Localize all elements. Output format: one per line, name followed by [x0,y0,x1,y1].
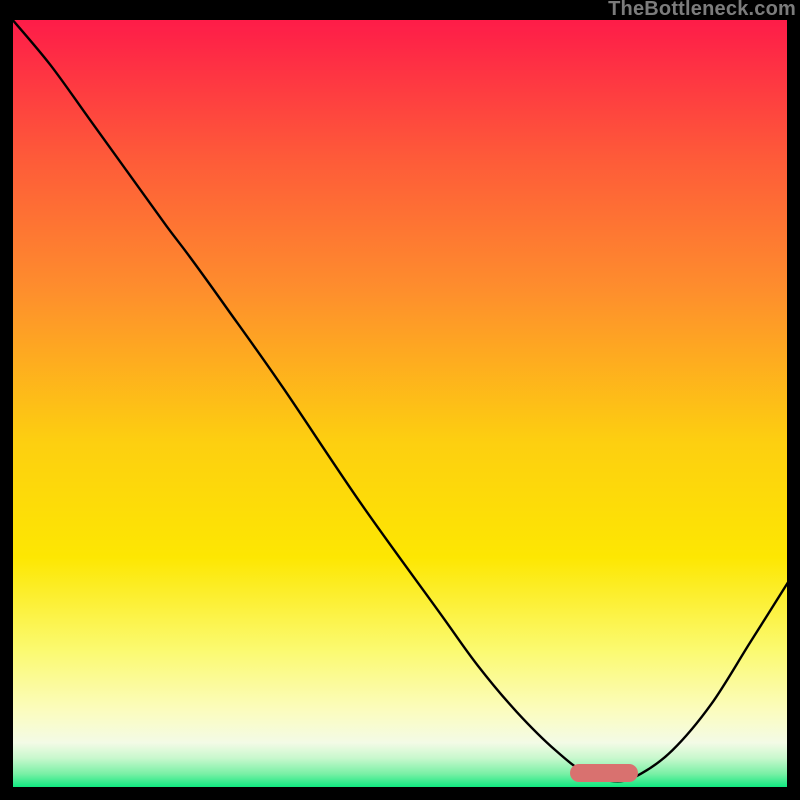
gradient-background [11,18,789,789]
plot-frame [11,18,789,789]
watermark-text: TheBottleneck.com [608,0,796,21]
bottleneck-chart [11,18,789,789]
optimal-range-marker [570,764,638,782]
